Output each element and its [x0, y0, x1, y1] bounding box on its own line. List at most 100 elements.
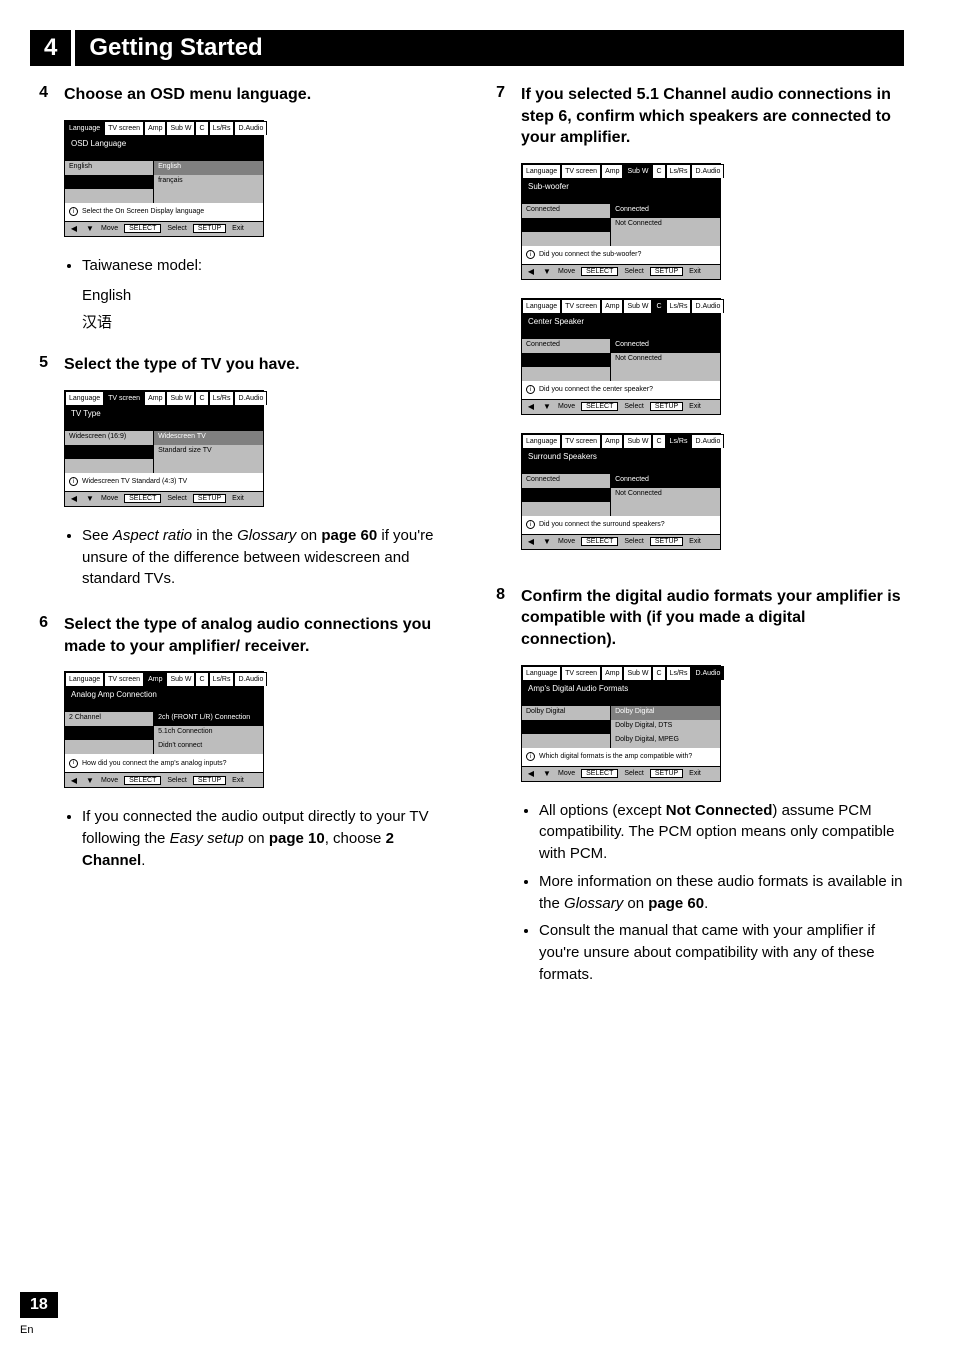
osd-tab: D.Audio [691, 164, 724, 178]
osd-row: Didn't connect [65, 740, 263, 754]
osd-body: Amp's Digital Audio Formats [522, 680, 720, 706]
step-body: If you selected 5.1 Channel audio connec… [521, 84, 904, 568]
osd-info: iSelect the On Screen Display language [65, 203, 263, 221]
left-column: 4 Choose an OSD menu language. LanguageT… [30, 84, 447, 1010]
osd-nav-select-label: Select [167, 225, 186, 232]
osd-cell-right: Connected [611, 204, 720, 218]
info-icon: i [526, 250, 535, 259]
osd-body-title: Surround Speakers [528, 452, 714, 461]
osd-cell-left [65, 726, 154, 740]
osd-nav-select-btn: SELECT [124, 494, 161, 503]
osd-tab: Language [65, 672, 104, 686]
osd-info-text: Did you connect the surround speakers? [539, 521, 665, 528]
osd-tab: TV screen [104, 121, 144, 135]
osd-row: français [65, 175, 263, 189]
step-body: Select the type of analog audio connecti… [64, 614, 447, 877]
osd-tab: D.Audio [691, 434, 724, 448]
step-4: 4 Choose an OSD menu language. LanguageT… [30, 84, 447, 336]
osd-screenshot: LanguageTV screenAmpSub WCLs/RsD.AudioTV… [64, 390, 264, 507]
osd-tab: Amp [601, 299, 623, 313]
arrow-down-icon: ▼ [85, 775, 95, 785]
osd-tab: Ls/Rs [666, 164, 692, 178]
arrow-down-icon: ▼ [542, 402, 552, 412]
osd-tabs: LanguageTV screenAmpSub WCLs/RsD.Audio [522, 299, 720, 313]
osd-nav-move: Move [101, 777, 118, 784]
osd-tab: D.Audio [234, 121, 267, 135]
step-number: 4 [30, 84, 48, 336]
osd-nav-exit-label: Exit [689, 403, 701, 410]
bold-text: Not Connected [666, 802, 773, 819]
osd-nav-select-btn: SELECT [581, 267, 618, 276]
bullet-list: Taiwanese model: [82, 255, 447, 277]
osd-cell-left [522, 488, 611, 502]
content-columns: 4 Choose an OSD menu language. LanguageT… [30, 84, 904, 1010]
osd-tab: Amp [144, 391, 166, 405]
step-heading: Select the type of analog audio connecti… [64, 614, 447, 657]
osd-cell-left: Connected [522, 474, 611, 488]
osd-info: iDid you connect the surround speakers? [522, 516, 720, 534]
step-body: Confirm the digital audio formats your a… [521, 586, 904, 992]
osd-cell-left [522, 502, 611, 516]
text: Consult the manual that came with your a… [539, 922, 875, 983]
osd-tab: C [195, 121, 208, 135]
osd-nav-exit-btn: SETUP [650, 769, 683, 778]
osd-row: ConnectedConnected [522, 204, 720, 218]
osd-cell-left [522, 720, 611, 734]
osd-cell-right [611, 502, 720, 516]
osd-info: iDid you connect the sub-woofer? [522, 246, 720, 264]
step-heading: Choose an OSD menu language. [64, 84, 447, 106]
osd-nav-move: Move [101, 495, 118, 502]
osd-nav: ◀▼MoveSELECTSelectSETUPExit [522, 399, 720, 414]
text: on [296, 527, 321, 544]
osd-body-title: Center Speaker [528, 317, 714, 326]
osd-row [65, 189, 263, 203]
osd-cell-right [611, 232, 720, 246]
osd-cell-left [65, 459, 154, 473]
language-code: En [20, 1324, 33, 1336]
page-number: 18 [20, 1292, 58, 1318]
osd-cell-right: Widescreen TV [154, 431, 263, 445]
osd-nav-exit-label: Exit [232, 777, 244, 784]
osd-cell-right [154, 459, 263, 473]
osd-nav-exit-label: Exit [689, 268, 701, 275]
step-number: 7 [487, 84, 505, 568]
osd-row [522, 367, 720, 381]
arrow-down-icon: ▼ [85, 494, 95, 504]
osd-nav-select-btn: SELECT [581, 402, 618, 411]
text: , choose [325, 830, 386, 847]
osd-tab: Language [522, 299, 561, 313]
chapter-bar: 4 Getting Started [30, 30, 904, 66]
osd-nav-select-label: Select [167, 495, 186, 502]
step-6: 6 Select the type of analog audio connec… [30, 614, 447, 877]
osd-nav-select-label: Select [167, 777, 186, 784]
osd-info: iHow did you connect the amp's analog in… [65, 754, 263, 772]
osd-tab: Language [65, 121, 104, 135]
osd-tab: Sub W [166, 121, 195, 135]
bullet-item: More information on these audio formats … [539, 871, 904, 915]
osd-nav-exit-label: Exit [689, 770, 701, 777]
step-number: 5 [30, 354, 48, 596]
right-column: 7 If you selected 5.1 Channel audio conn… [487, 84, 904, 1010]
osd-tab: C [652, 666, 665, 680]
info-icon: i [526, 385, 535, 394]
osd-tab: TV screen [561, 666, 601, 680]
osd-tab: TV screen [104, 391, 144, 405]
osd-nav-select-label: Select [624, 403, 643, 410]
osd-screenshot: LanguageTV screenAmpSub WCLs/RsD.AudioSu… [521, 433, 721, 550]
osd-cell-left: Widescreen (16:9) [65, 431, 154, 445]
osd-cell-left: 2 Channel [65, 712, 154, 726]
osd-tab: TV screen [561, 164, 601, 178]
osd-row: Widescreen (16:9)Widescreen TV [65, 431, 263, 445]
osd-cell-left [522, 734, 611, 748]
text: See [82, 527, 113, 544]
text: on [244, 830, 269, 847]
arrow-left-icon: ◀ [526, 769, 536, 779]
osd-nav-move: Move [558, 403, 575, 410]
osd-row: Dolby Digital, MPEG [522, 734, 720, 748]
osd-body-title: OSD Language [71, 139, 257, 148]
osd-tab: Ls/Rs [666, 299, 692, 313]
osd-nav-exit-btn: SETUP [650, 402, 683, 411]
osd-cell-right: Not Connected [611, 488, 720, 502]
osd-body: OSD Language [65, 135, 263, 161]
osd-row: Dolby Digital, DTS [522, 720, 720, 734]
